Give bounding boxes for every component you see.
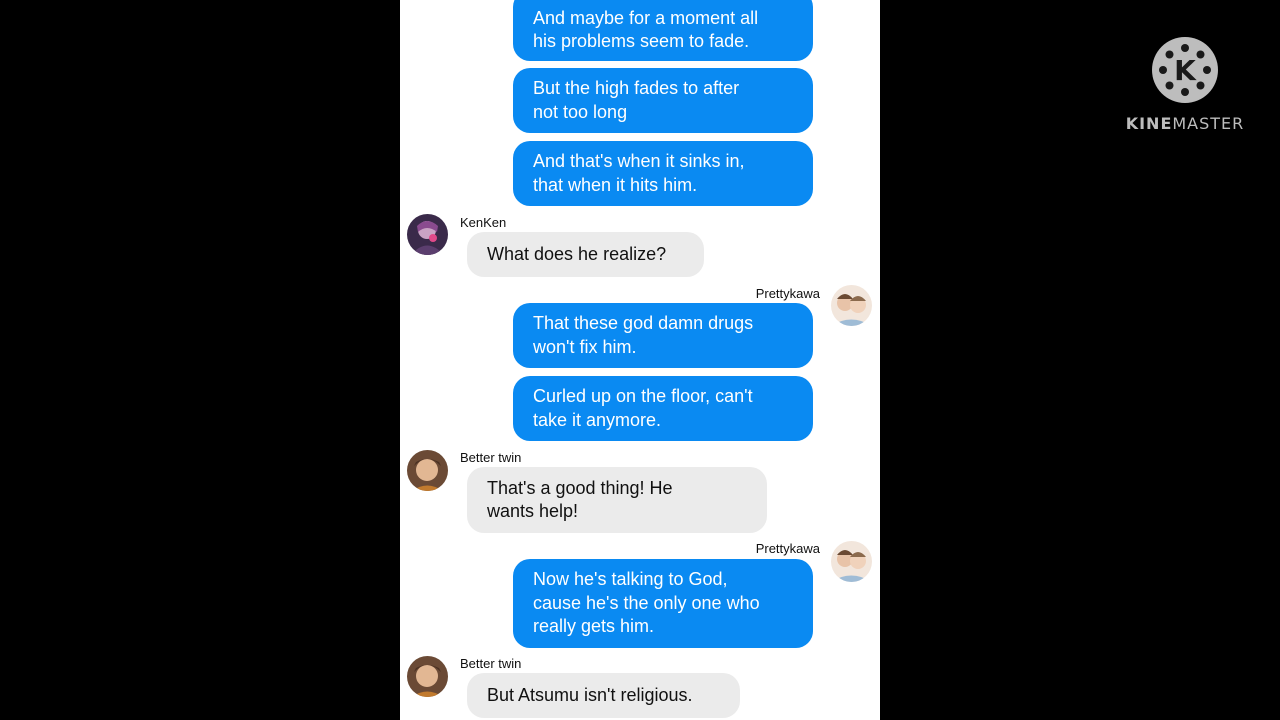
- sender-name: Better twin: [460, 656, 522, 671]
- sent-message-bubble: Curled up on the floor, can't take it an…: [513, 376, 813, 441]
- wordmark-bold: KINE: [1125, 114, 1173, 133]
- kinemaster-wordmark: KINEMASTER: [1124, 114, 1246, 133]
- sender-name: KenKen: [460, 215, 507, 230]
- prettykawa-avatar: [831, 285, 872, 326]
- kinemaster-logo-icon: K: [1152, 37, 1218, 103]
- kinemaster-watermark: K KINEMASTER: [1124, 36, 1246, 136]
- received-message-bubble: But Atsumu isn't religious.: [467, 673, 740, 718]
- chat-transcript: And maybe for a moment all his problems …: [400, 0, 880, 720]
- better-twin-avatar: [407, 656, 448, 697]
- sender-name: Prettykawa: [755, 286, 820, 301]
- received-message-bubble: That's a good thing! He wants help!: [467, 467, 767, 533]
- sent-message-bubble: But the high fades to after not too long: [513, 68, 813, 133]
- sent-message-bubble: Now he's talking to God, cause he's the …: [513, 559, 813, 648]
- sent-message-bubble: And that's when it sinks in, that when i…: [513, 141, 813, 206]
- svg-text:K: K: [1174, 54, 1197, 87]
- better-twin-avatar: [407, 450, 448, 491]
- kenken-avatar: [407, 214, 448, 255]
- sent-message-bubble: And maybe for a moment all his problems …: [513, 0, 813, 61]
- sender-name: Prettykawa: [755, 541, 820, 556]
- video-frame: And maybe for a moment all his problems …: [0, 0, 1280, 720]
- sender-name: Better twin: [460, 450, 522, 465]
- received-message-bubble: What does he realize?: [467, 232, 704, 277]
- prettykawa-avatar: [831, 541, 872, 582]
- wordmark-light: MASTER: [1172, 114, 1245, 133]
- sent-message-bubble: That these god damn drugs won't fix him.: [513, 303, 813, 368]
